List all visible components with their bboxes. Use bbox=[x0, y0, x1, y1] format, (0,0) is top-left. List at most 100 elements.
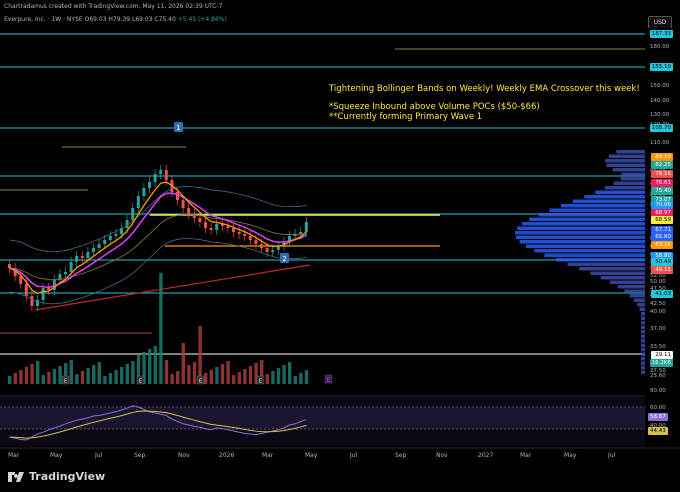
price-label: 41.03 bbox=[651, 290, 673, 298]
volume-profile-bar bbox=[617, 285, 645, 289]
volume-bar bbox=[276, 368, 281, 384]
volume-profile-bar bbox=[529, 217, 645, 221]
volume-profile-bar bbox=[641, 312, 645, 316]
volume-profile-bar bbox=[605, 159, 645, 163]
price-label: 78.16 bbox=[651, 170, 673, 178]
volume-bar bbox=[299, 373, 303, 384]
candle-body bbox=[92, 248, 95, 252]
volume-bar bbox=[198, 326, 202, 384]
volume-profile-bar bbox=[641, 357, 645, 361]
volume-profile-bar bbox=[641, 366, 645, 370]
candle-body bbox=[108, 236, 112, 240]
time-axis-label: Sep bbox=[395, 452, 407, 459]
volume-profile-bar bbox=[579, 267, 645, 271]
volume-bar bbox=[52, 369, 57, 384]
volume-profile-bar bbox=[609, 280, 645, 284]
candle-body bbox=[164, 170, 168, 180]
earnings-marker-label: E bbox=[64, 379, 68, 385]
volume-bar bbox=[86, 368, 90, 384]
price-tick: 40.00 bbox=[650, 309, 666, 315]
volume-bar bbox=[282, 365, 286, 384]
candle-body bbox=[304, 222, 308, 232]
brand-name: TradingView bbox=[29, 470, 106, 483]
candle-body bbox=[198, 218, 202, 222]
volume-profile-bar bbox=[519, 240, 645, 244]
volume-bar bbox=[243, 369, 247, 384]
volume-bar bbox=[159, 273, 163, 384]
earnings-marker-label: E bbox=[259, 379, 263, 385]
candle-body bbox=[265, 248, 269, 252]
price-tick: 42.50 bbox=[650, 301, 666, 307]
volume-bar bbox=[19, 370, 23, 384]
wave-label-1: 1 bbox=[176, 124, 180, 132]
rsi-tick: 80.00 bbox=[650, 388, 666, 394]
volume-bar bbox=[8, 376, 12, 384]
time-axis-label: Mar bbox=[520, 452, 532, 459]
price-tick: 33.50 bbox=[650, 344, 666, 350]
time-axis-label: Jul bbox=[608, 452, 616, 459]
price-tick: 37.00 bbox=[650, 326, 666, 332]
candle-body bbox=[103, 240, 107, 244]
candle-body bbox=[64, 272, 67, 274]
candle-body bbox=[148, 182, 151, 188]
time-axis-label: Jul bbox=[95, 452, 103, 459]
volume-bar bbox=[209, 370, 213, 384]
candle-body bbox=[125, 220, 129, 228]
volume-profile-bar bbox=[633, 298, 645, 302]
volume-bar bbox=[265, 374, 269, 384]
time-axis-label: 2027 bbox=[478, 452, 494, 459]
candle-body bbox=[187, 208, 191, 214]
candle-body bbox=[176, 192, 179, 200]
volume-bar bbox=[237, 372, 241, 384]
annotation-line-1: Tightening Bollinger Bands on Weekly! We… bbox=[329, 84, 640, 94]
volume-profile-bar bbox=[641, 316, 645, 320]
price-label: 50.49 bbox=[651, 258, 673, 266]
price-tick: 50.00 bbox=[650, 279, 666, 285]
volume-bar bbox=[181, 343, 185, 384]
volume-bar bbox=[271, 371, 275, 384]
volume-bar bbox=[187, 365, 191, 384]
volume-profile-bar bbox=[522, 222, 645, 226]
candle-body bbox=[97, 244, 101, 248]
candle-body bbox=[142, 188, 146, 196]
candle-body bbox=[215, 224, 219, 230]
candle-body bbox=[41, 288, 45, 300]
candle-body bbox=[243, 234, 247, 236]
volume-bar bbox=[192, 362, 197, 384]
volume-profile-bar bbox=[584, 195, 645, 199]
volume-profile-bar bbox=[641, 334, 645, 338]
volume-profile-bar bbox=[641, 348, 645, 352]
volume-profile-bar bbox=[616, 150, 645, 154]
volume-bar bbox=[220, 364, 225, 384]
volume-profile-bar bbox=[517, 226, 645, 230]
price-tick: 130.00 bbox=[650, 112, 670, 118]
volume-profile-bar bbox=[515, 231, 645, 235]
candle-body bbox=[226, 226, 230, 228]
price-label: 108.70 bbox=[649, 124, 673, 132]
tradingview-brand[interactable]: TradingView bbox=[8, 470, 105, 483]
price-tick: 25.60 bbox=[650, 373, 666, 379]
candle-body bbox=[232, 228, 235, 232]
candle-body bbox=[131, 208, 135, 220]
volume-bar bbox=[69, 360, 73, 384]
volume-bar bbox=[13, 373, 17, 384]
earnings-marker-label: E bbox=[199, 379, 203, 385]
time-axis-label: Sep bbox=[134, 452, 146, 459]
volume-profile-bar bbox=[620, 177, 645, 181]
price-tick: 150.00 bbox=[650, 83, 670, 89]
volume-profile-bar bbox=[608, 154, 645, 158]
volume-profile-bar bbox=[629, 294, 645, 298]
price-label: 63.16 bbox=[651, 241, 673, 249]
volume-bar bbox=[92, 365, 96, 384]
volume-bar bbox=[125, 364, 129, 384]
price-chart[interactable]: 1 2 E E E E E bbox=[0, 0, 680, 464]
volume-profile-bar bbox=[641, 370, 645, 374]
candle-body bbox=[80, 256, 84, 258]
volume-profile-bar bbox=[600, 276, 645, 280]
volume-profile-bar bbox=[641, 321, 645, 325]
price-label: 76.61 bbox=[651, 179, 673, 187]
volume-bar bbox=[47, 372, 51, 384]
annotation-line-3: **Currently forming Primary Wave 1 bbox=[329, 112, 483, 122]
time-axis-label: May bbox=[564, 452, 577, 459]
volume-bar bbox=[293, 376, 297, 384]
